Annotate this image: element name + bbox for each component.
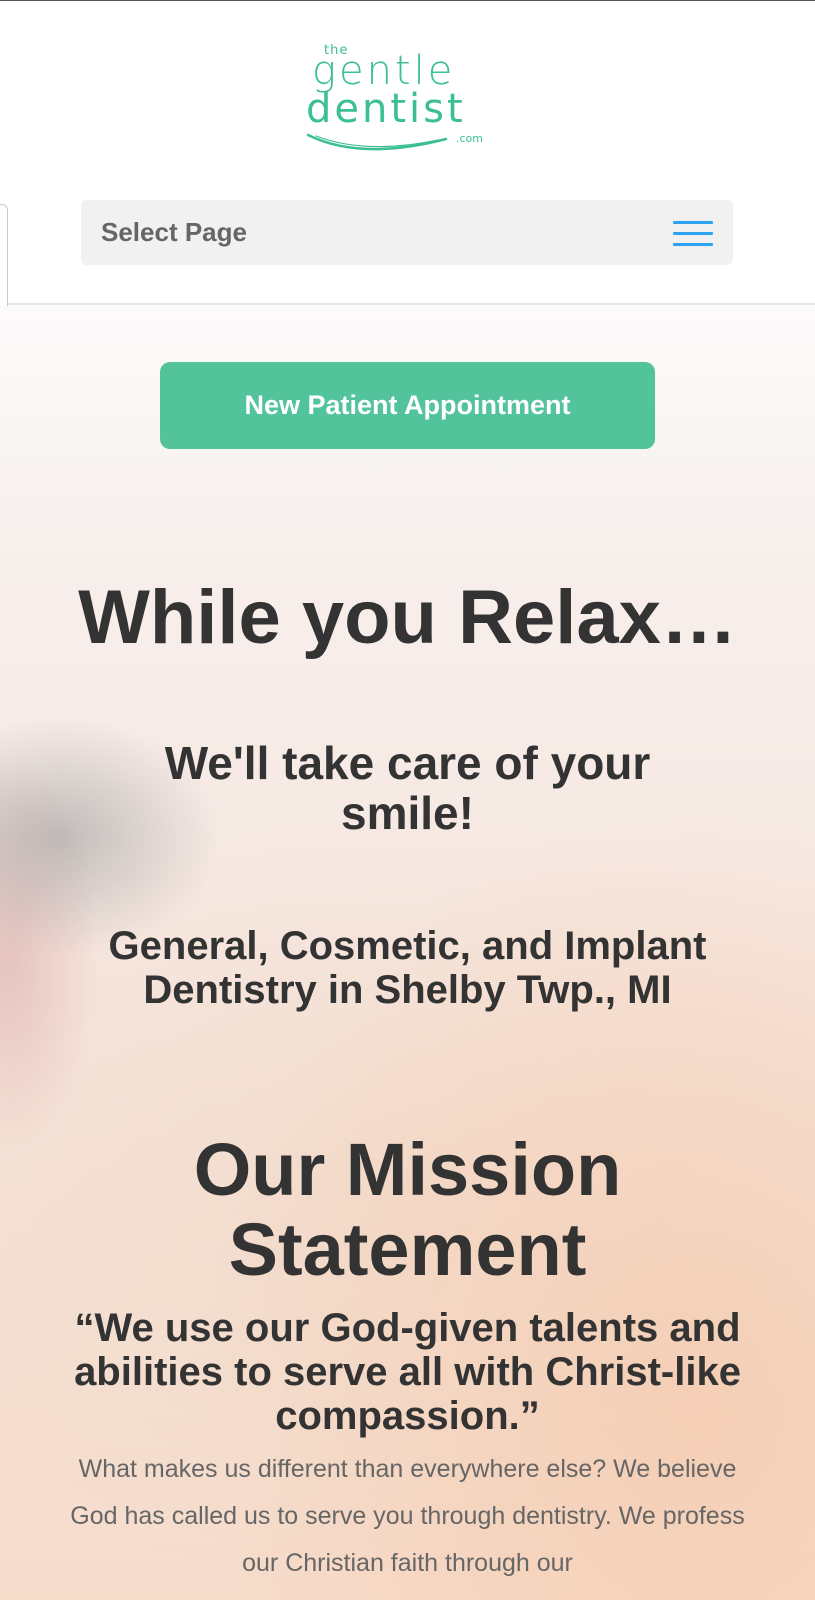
hero-section: New Patient Appointment While you Relax…… — [0, 306, 815, 1600]
hero-headline: While you Relax… — [78, 575, 737, 660]
select-page-label: Select Page — [101, 217, 247, 247]
logo-com-text: .com — [456, 132, 483, 145]
new-patient-appointment-button[interactable]: New Patient Appointment — [160, 362, 655, 449]
site-logo[interactable]: the gentle dentist .com — [304, 41, 504, 161]
mission-title: Our Mission Statement — [193, 1128, 622, 1291]
logo-gentle-text: gentle — [312, 48, 456, 94]
logo-dentist-text: dentist — [306, 86, 466, 132]
hamburger-menu-icon[interactable] — [673, 219, 713, 247]
select-page-dropdown[interactable]: Select Page — [81, 200, 733, 265]
site-header: the gentle dentist .com Select Page — [0, 1, 815, 305]
mission-quote: “We use our God-given talents and abilit… — [74, 1306, 741, 1438]
mission-body-text: What makes us different than everywhere … — [70, 1455, 745, 1577]
logo-smile-icon — [306, 133, 448, 151]
services-text: General, Cosmetic, and Implant Dentistry… — [108, 924, 707, 1012]
hero-subheadline: We'll take care of your smile! — [164, 737, 651, 839]
